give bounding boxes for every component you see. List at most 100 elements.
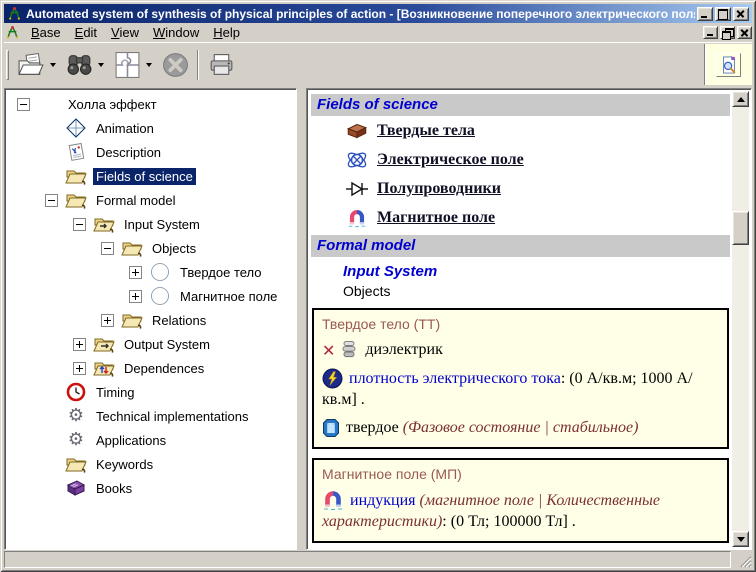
field-link-row: Полупроводники [343, 174, 732, 203]
grip-lines-icon [738, 554, 752, 568]
property-link[interactable]: плотность электрического тока [349, 370, 561, 387]
toolbar-separator [197, 50, 199, 80]
stop-icon [161, 51, 190, 79]
field-link-magnetic-field[interactable]: Магнитное поле [377, 209, 495, 227]
folder-icon [120, 237, 144, 259]
card-row-phase-state: твердое (Фазовое состояние | стабильное) [322, 417, 717, 438]
collapse-toggle[interactable] [73, 218, 86, 231]
open-button[interactable] [13, 46, 49, 84]
toolbar-grip[interactable] [6, 50, 9, 80]
gear-icon: ⚙ [64, 405, 88, 427]
mdi-close-button[interactable] [737, 26, 752, 39]
insulator-icon [339, 340, 359, 360]
field-link-solids[interactable]: Твердые тела [377, 122, 475, 140]
tree-item-applications[interactable]: ⚙ Applications [7, 428, 294, 452]
lightning-icon [322, 368, 343, 389]
collapse-toggle[interactable] [45, 194, 58, 207]
search-button[interactable] [61, 46, 97, 84]
mdi-minimize-button[interactable] [703, 26, 718, 39]
content-panel: Fields of science Твердые тела Электриче… [306, 88, 752, 550]
diamond-icon [64, 117, 88, 139]
tree-item-output-system[interactable]: Output System [7, 332, 294, 356]
sphere-icon [148, 261, 172, 283]
scroll-down-button[interactable] [732, 531, 749, 547]
card-row-induction: индукция (магнитное поле | Количественны… [322, 489, 717, 532]
app-window: Automated system of synthesis of physica… [0, 0, 756, 572]
tree-item-description[interactable]: Description [7, 140, 294, 164]
tree-item-input-system[interactable]: Input System [7, 212, 294, 236]
mdi-child-icon[interactable] [5, 25, 20, 40]
tree-item-animation[interactable]: Animation [7, 116, 294, 140]
scrollbar-thumb[interactable] [732, 211, 749, 245]
expand-toggle[interactable] [129, 266, 142, 279]
resize-grip[interactable] [734, 551, 752, 568]
tree-item-formal-model[interactable]: Formal model [7, 188, 294, 212]
synthesis-button[interactable] [109, 46, 145, 84]
electric-field-icon [343, 149, 371, 171]
tree-item-magnitnoe-pole[interactable]: Магнитное поле [7, 284, 294, 308]
tree-item-tverdoe-telo[interactable]: Твердое тело [7, 260, 294, 284]
brick-icon [343, 120, 371, 142]
print-button[interactable] [203, 46, 239, 84]
document-magnifier-icon [720, 56, 738, 74]
close-button[interactable] [733, 7, 749, 21]
synthesis-dropdown-arrow[interactable] [146, 63, 152, 67]
vertical-scrollbar[interactable] [732, 91, 749, 547]
folder-out-icon [92, 333, 116, 355]
expand-toggle[interactable] [129, 290, 142, 303]
tree-item-relations[interactable]: Relations [7, 308, 294, 332]
triangle-down-icon [737, 537, 745, 542]
tree-item-root[interactable]: Холла эффект [7, 92, 294, 116]
menu-view[interactable]: View [104, 24, 146, 41]
menu-window[interactable]: Window [146, 24, 206, 41]
collapse-toggle[interactable] [101, 242, 114, 255]
object-card-magnetic-field: Магнитное поле (МП) индукция (магнитное … [312, 458, 729, 543]
tree-item-timing[interactable]: Timing [7, 380, 294, 404]
subsection-objects: Objects [343, 283, 732, 299]
note-icon [64, 141, 88, 163]
gear-icon: ⚙ [64, 429, 88, 451]
scroll-up-button[interactable] [732, 91, 749, 107]
gem-icon [322, 418, 340, 438]
preview-button[interactable] [716, 53, 741, 77]
menu-edit[interactable]: Edit [68, 24, 104, 41]
preview-panel [704, 44, 752, 85]
expand-toggle[interactable] [73, 338, 86, 351]
collapse-toggle[interactable] [17, 98, 30, 111]
field-link-electric-field[interactable]: Электрическое поле [377, 151, 524, 169]
titlebar: Automated system of synthesis of physica… [4, 4, 752, 23]
tree-item-fields-of-science[interactable]: Fields of science [7, 164, 294, 188]
card-row-dielectric: ✕диэлектрик [322, 339, 717, 361]
folder-icon [64, 453, 88, 475]
card-title: Твердое тело (ТТ) [322, 316, 717, 332]
tree-item-keywords[interactable]: Keywords [7, 452, 294, 476]
search-dropdown-arrow[interactable] [98, 63, 104, 67]
tree-item-books[interactable]: Books [7, 476, 294, 500]
menu-base[interactable]: Base [24, 24, 68, 41]
toolbar [4, 42, 752, 86]
book-icon [64, 477, 88, 499]
tree-item-dependences[interactable]: Dependences [7, 356, 294, 380]
minimize-button[interactable] [697, 7, 713, 21]
expand-toggle[interactable] [101, 314, 114, 327]
statusbar-message-area [4, 551, 731, 568]
menubar: Base Edit View Window Help [4, 23, 752, 42]
property-link[interactable]: индукция [350, 492, 416, 509]
tree: Холла эффект Animation Description Field… [7, 91, 294, 547]
open-dropdown-arrow[interactable] [50, 63, 56, 67]
folder-icon [64, 165, 88, 187]
tree-item-technical-implementations[interactable]: ⚙ Technical implementations [7, 404, 294, 428]
mdi-restore-button[interactable] [720, 26, 735, 39]
tree-panel: Холла эффект Animation Description Field… [4, 88, 297, 550]
magnet-icon [322, 489, 344, 511]
expand-toggle[interactable] [73, 362, 86, 375]
card-title: Магнитное поле (МП) [322, 466, 717, 482]
maximize-button[interactable] [715, 7, 731, 21]
binoculars-icon [65, 51, 94, 79]
tree-item-objects[interactable]: Objects [7, 236, 294, 260]
app-icon [7, 6, 22, 21]
folder-icon [120, 309, 144, 331]
folder-in-icon [92, 213, 116, 235]
field-link-semiconductors[interactable]: Полупроводники [377, 180, 501, 198]
menu-help[interactable]: Help [206, 24, 247, 41]
